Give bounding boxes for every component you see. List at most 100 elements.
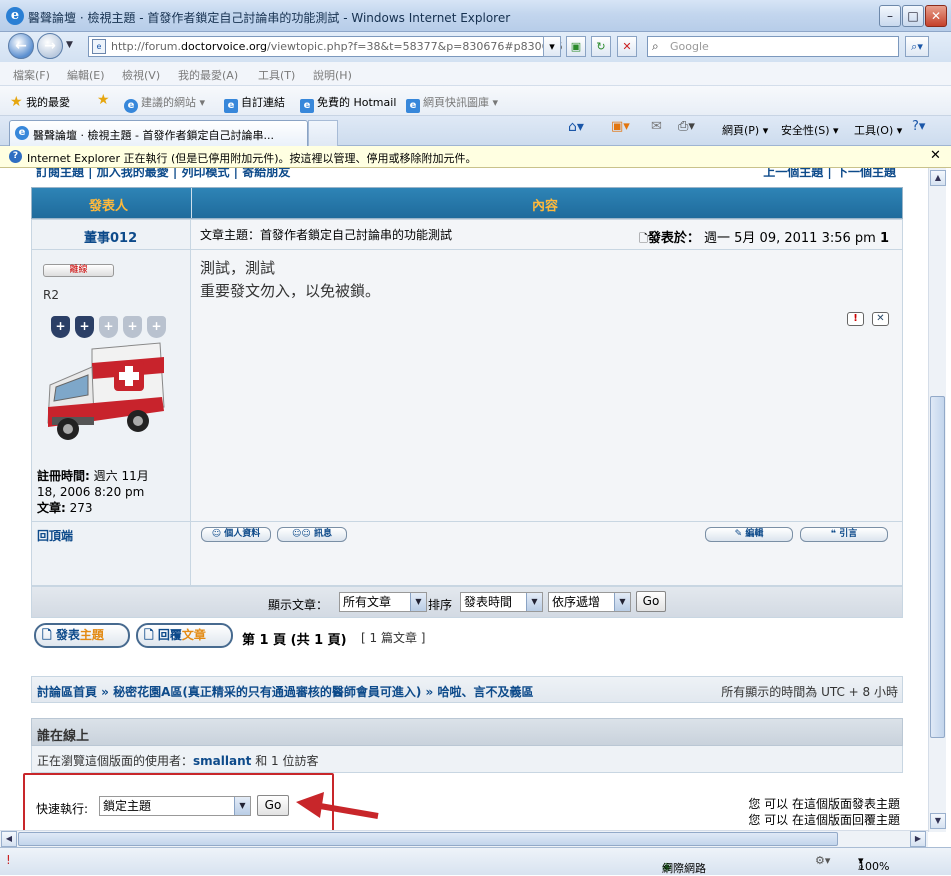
post-icon[interactable]: 🗋 xyxy=(639,232,648,245)
warn-icon[interactable]: ✕ xyxy=(872,312,889,326)
search-icon: ⌕ xyxy=(652,39,659,53)
address-dropdown-icon[interactable]: ▾ xyxy=(543,36,561,57)
stop-icon[interactable]: ✕ xyxy=(617,36,637,57)
horizontal-scrollbar[interactable]: ◀ ▶ xyxy=(0,830,928,847)
close-button[interactable]: ✕ xyxy=(925,5,947,27)
scroll-right-icon[interactable]: ▶ xyxy=(910,831,926,847)
topic-nav-links[interactable]: 上一個主題 | 下一個主題 xyxy=(763,168,896,180)
report-icon[interactable]: ! xyxy=(847,312,864,326)
pm-icon: ☺☺ xyxy=(292,529,311,539)
add-favorite-icon[interactable]: ★ xyxy=(97,92,110,108)
fav-hotmail[interactable]: e 免費的 Hotmail xyxy=(300,94,396,113)
rank-shield-empty-icon: + xyxy=(123,316,142,338)
address-url: http://forum.doctorvoice.org/viewtopic.p… xyxy=(111,40,563,53)
topic-links-left[interactable]: 訂閱主題 | 加入我的最愛 | 列印模式 | 寄給朋友 xyxy=(36,168,290,179)
feeds-icon[interactable]: ▣▾ xyxy=(611,119,630,134)
menu-favorites[interactable]: 我的最愛(A) xyxy=(178,67,238,83)
safety-menu[interactable]: 安全性(S) ▾ xyxy=(781,122,839,138)
scroll-down-icon[interactable]: ▼ xyxy=(930,813,946,829)
back-button[interactable]: ← xyxy=(8,33,34,59)
window-title: 醫聲論壇 · 檢視主題 - 首發作者鎖定自己討論串的功能測試 - Windows… xyxy=(28,11,511,25)
online-user-link[interactable]: smallant xyxy=(193,754,251,768)
search-input[interactable]: ⌕ Google xyxy=(647,36,899,57)
menu-file[interactable]: 檔案(F) xyxy=(13,67,50,83)
pm-button[interactable]: ☺☺ 訊息 xyxy=(277,527,347,542)
home-icon[interactable]: ⌂▾ xyxy=(568,119,584,135)
favorites-button[interactable]: ★ 我的最愛 xyxy=(10,94,70,110)
zoom-level[interactable]: ⌕ 100% ▾ xyxy=(858,854,889,873)
infobar-close-icon[interactable]: ✕ xyxy=(930,148,941,163)
scroll-left-icon[interactable]: ◀ xyxy=(1,831,17,847)
display-go-button[interactable]: Go xyxy=(636,591,666,612)
post-date: 🗋發表於： 週一 5月 09, 2011 3:56 pm 1 xyxy=(639,231,890,246)
page-icon: e xyxy=(92,39,106,54)
vertical-scrollbar[interactable]: ▲ ▼ xyxy=(928,168,946,832)
mail-icon[interactable]: ✉ xyxy=(651,119,662,134)
post-number[interactable]: 1 xyxy=(880,231,889,246)
profile-button[interactable]: ☺ 個人資料 xyxy=(201,527,271,542)
display-options-bar: 顯示文章： 所有文章 ▼ 排序 發表時間 ▼ 依序遞增 ▼ Go xyxy=(31,586,903,618)
minimize-button[interactable]: – xyxy=(879,5,901,27)
quote-button[interactable]: ❝ 引言 xyxy=(800,527,888,542)
rank-shield-icon: + xyxy=(75,316,94,338)
title-bar: e 醫聲論壇 · 檢視主題 - 首發作者鎖定自己討論串的功能測試 - Windo… xyxy=(0,0,951,32)
rank-shield-empty-icon: + xyxy=(147,316,166,338)
menu-view[interactable]: 檢視(V) xyxy=(122,67,160,83)
refresh-icon[interactable]: ↻ xyxy=(591,36,611,57)
protected-mode-icon[interactable]: ⚙▾ xyxy=(815,854,830,867)
author-name[interactable]: 董事012 xyxy=(84,227,137,246)
dropdown-arrow-icon: ▼ xyxy=(526,593,542,611)
error-icon[interactable]: ! xyxy=(6,853,11,867)
menu-tools[interactable]: 工具(T) xyxy=(258,67,295,83)
header-divider xyxy=(191,188,192,218)
tools-menu[interactable]: 工具(O) ▾ xyxy=(854,122,902,138)
hscroll-thumb[interactable] xyxy=(18,832,838,846)
post-table: 董事012 離線 R2 + + + + + 註冊時間: 週六 11月 18, 2… xyxy=(31,219,903,586)
timezone-info: 所有顯示的時間為 UTC + 8 小時 xyxy=(721,685,898,699)
post-subject: 文章主題：首發作者鎖定自己討論串的功能測試 xyxy=(200,228,453,242)
ambulance-avatar xyxy=(47,342,165,440)
breadcrumb-links[interactable]: 討論區首頁 » 秘密花園A區(真正精采的只有通過審核的醫師會員可進入) » 哈啦… xyxy=(37,683,533,700)
fav-custom-links[interactable]: e 自訂連結 xyxy=(224,94,285,113)
star-icon: ★ xyxy=(10,94,23,110)
order-select[interactable]: 依序遞增 ▼ xyxy=(548,592,631,612)
new-topic-button[interactable]: 🗋 發表主題 xyxy=(34,623,130,648)
breadcrumb: 討論區首頁 » 秘密花園A區(真正精采的只有通過審核的醫師會員可進入) » 哈啦… xyxy=(31,676,903,703)
profile-icon: ☺ xyxy=(211,529,222,539)
address-bar[interactable]: e http://forum.doctorvoice.org/viewtopic… xyxy=(88,36,563,57)
scroll-up-icon[interactable]: ▲ xyxy=(930,170,946,186)
back-to-top-link[interactable]: 回頂端 xyxy=(37,527,73,544)
info-bar[interactable]: ? Internet Explorer 正在執行 (但是已停用附加元件)。按這裡… xyxy=(0,146,951,168)
row-divider xyxy=(32,249,191,250)
scroll-thumb[interactable] xyxy=(930,396,945,738)
ie-page-icon: e xyxy=(224,99,238,113)
search-button[interactable]: ⌕▾ xyxy=(905,36,929,57)
compatibility-icon[interactable]: ▣ xyxy=(566,36,586,57)
menu-bar: 檔案(F) 編輯(E) 檢視(V) 我的最愛(A) 工具(T) 說明(H) xyxy=(0,62,951,86)
tab-current[interactable]: e 醫聲論壇 · 檢視主題 - 首發作者鎖定自己討論串... xyxy=(9,120,308,146)
sort-select[interactable]: 發表時間 ▼ xyxy=(460,592,543,612)
display-label: 顯示文章： xyxy=(268,598,329,612)
menu-edit[interactable]: 編輯(E) xyxy=(67,67,105,83)
header-author: 發表人 xyxy=(89,199,129,214)
post-count: [ 1 篇文章 ] xyxy=(361,631,426,645)
edit-icon: ✎ xyxy=(734,529,743,539)
ie-logo-icon: e xyxy=(6,7,24,25)
post-message: 測試，測試 重要發文勿入，以免被鎖。 xyxy=(200,259,381,300)
info-icon: ? xyxy=(9,150,22,163)
reply-button[interactable]: 🗋 回覆文章 xyxy=(136,623,233,648)
display-select[interactable]: 所有文章 ▼ xyxy=(339,592,427,612)
fav-suggested-sites[interactable]: e 建議的網站 ▾ xyxy=(124,94,205,113)
user-rank: R2 xyxy=(43,288,59,302)
fav-web-slice-gallery[interactable]: e 網頁快訊圖庫 ▾ xyxy=(406,94,498,113)
forward-button[interactable]: → xyxy=(37,33,63,59)
print-icon[interactable]: ⎙▾ xyxy=(678,119,695,134)
history-dropdown-icon[interactable]: ▼ xyxy=(66,40,73,50)
page-info: 第 1 頁 (共 1 頁) xyxy=(242,633,347,648)
edit-button[interactable]: ✎ 編輯 xyxy=(705,527,793,542)
menu-help[interactable]: 說明(H) xyxy=(313,67,352,83)
page-menu[interactable]: 網頁(P) ▾ xyxy=(722,122,768,138)
help-icon[interactable]: ?▾ xyxy=(912,119,925,134)
new-tab-button[interactable] xyxy=(308,120,338,146)
maximize-button[interactable]: □ xyxy=(902,5,924,27)
